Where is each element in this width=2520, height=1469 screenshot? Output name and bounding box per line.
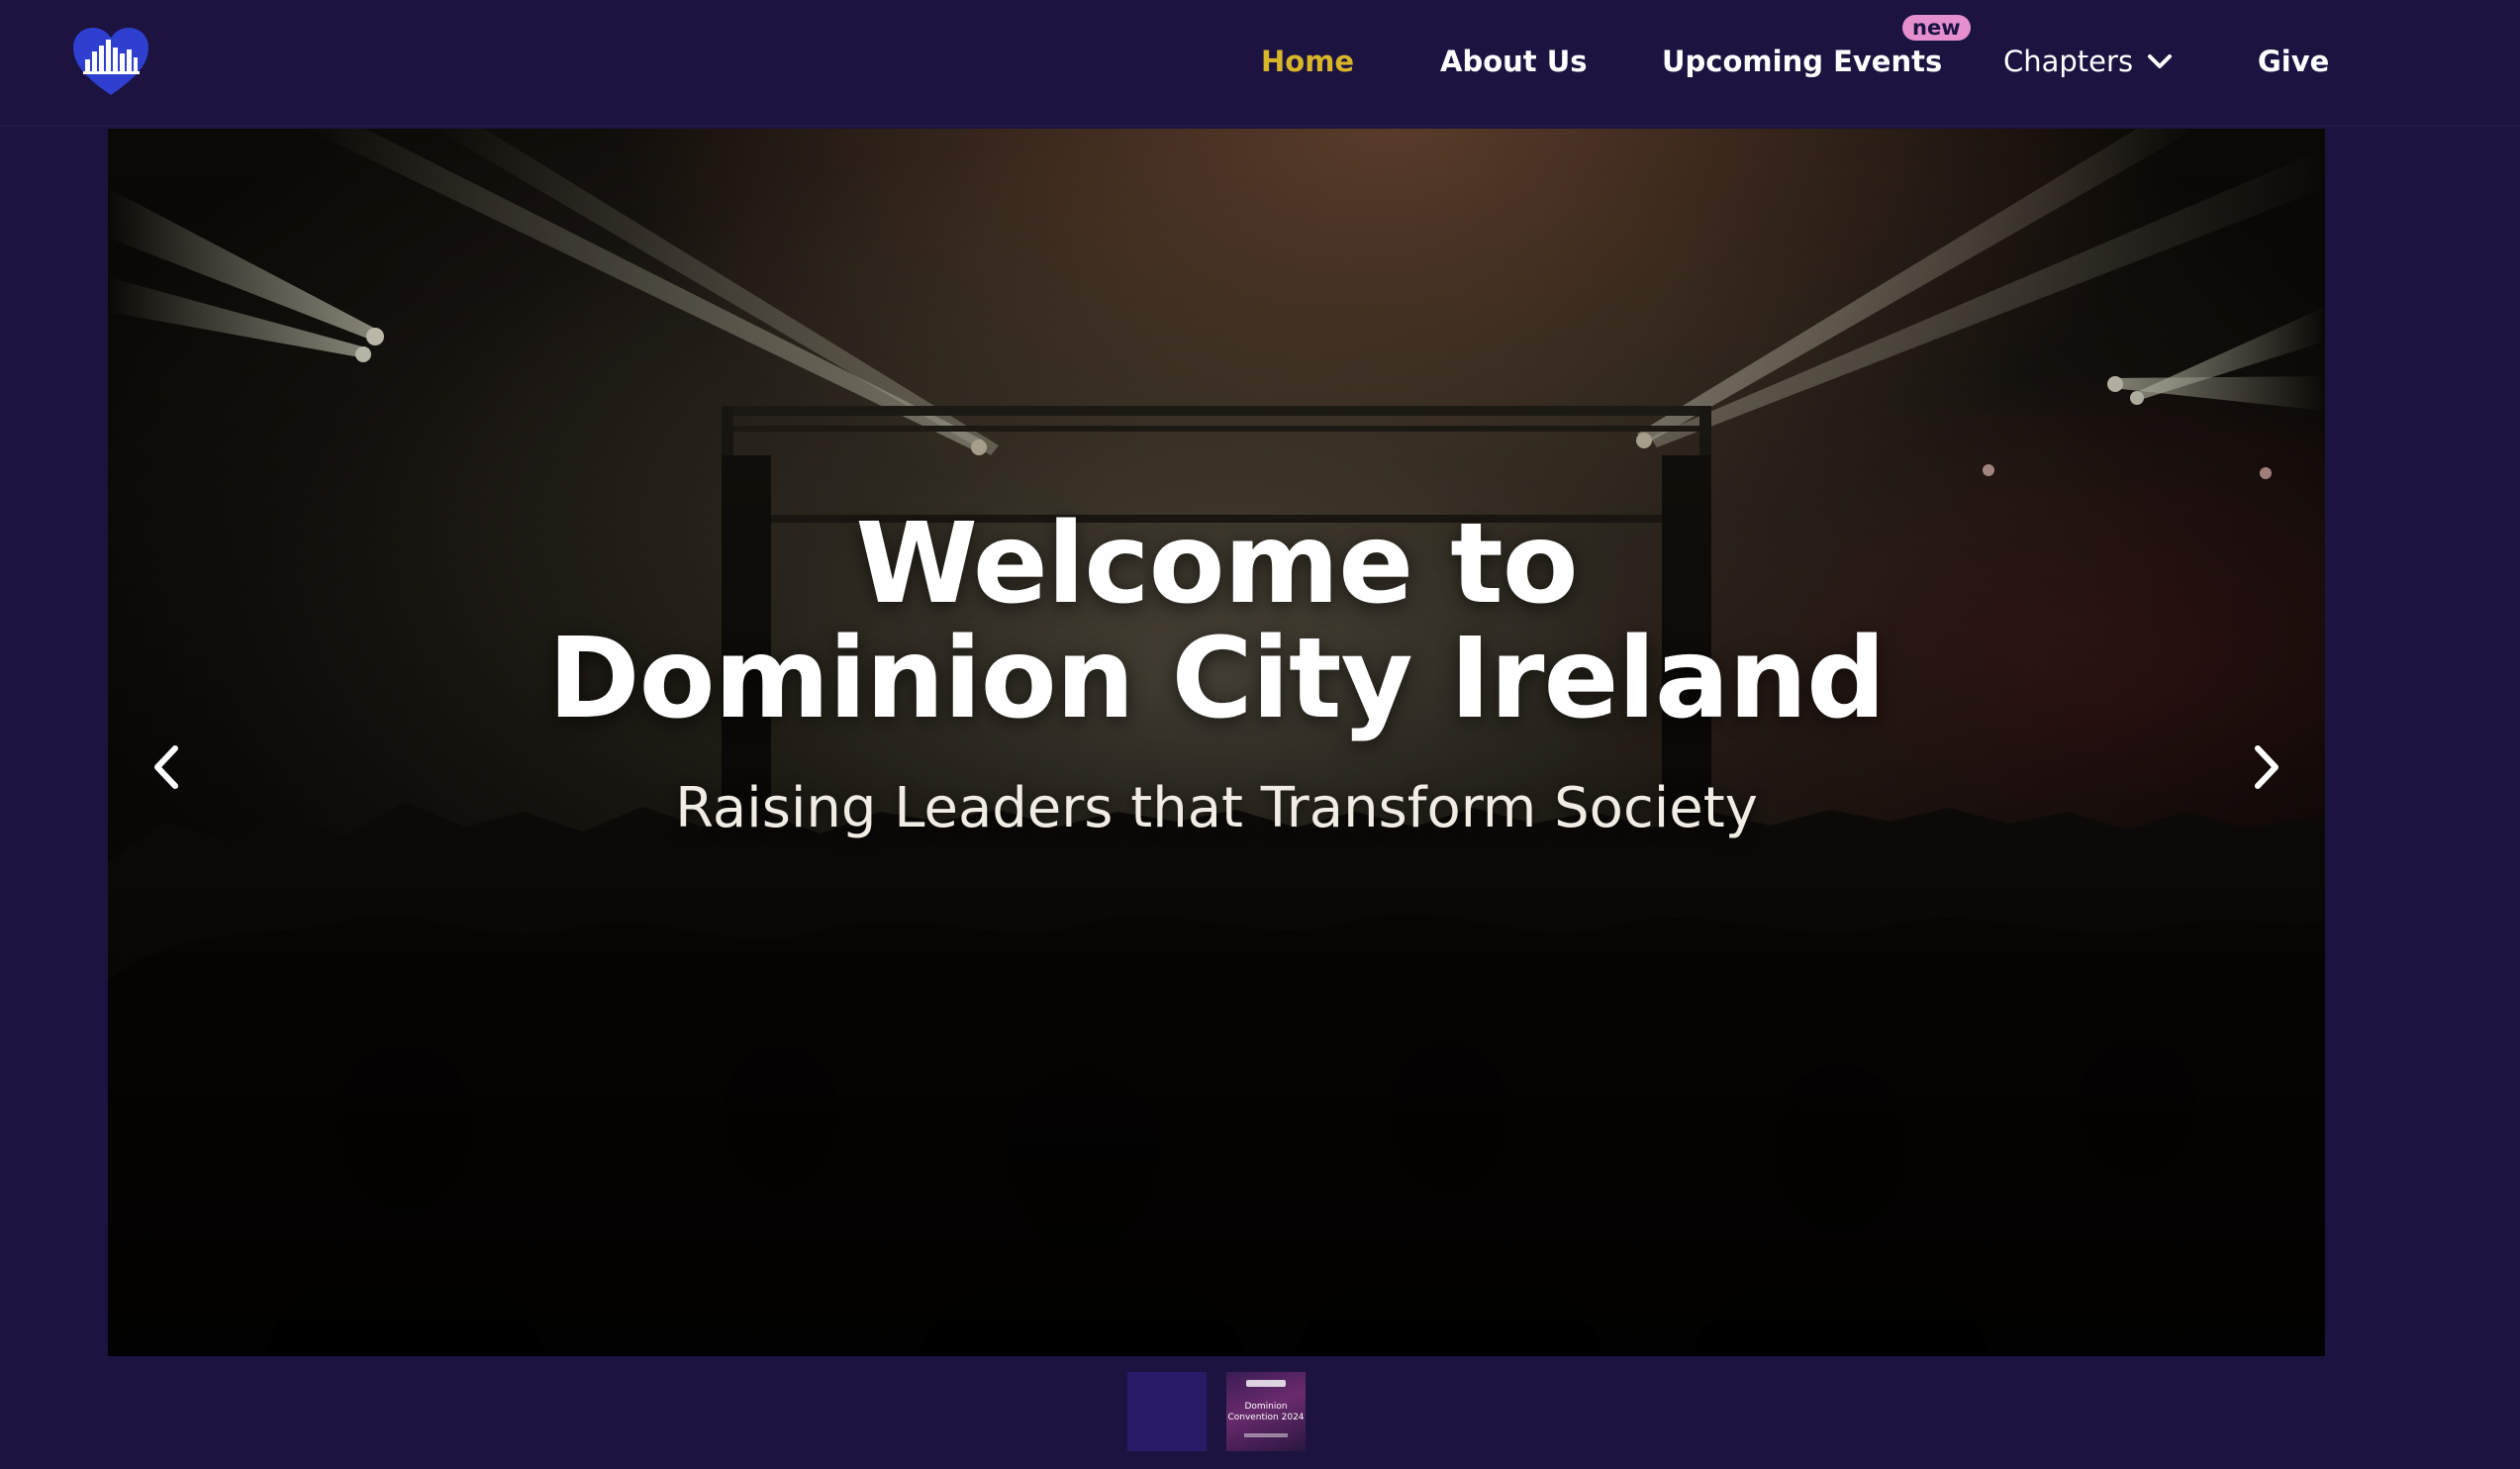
thumbnail-footer-bar: [1244, 1433, 1288, 1437]
nav-link-about-us[interactable]: About Us: [1440, 40, 1588, 83]
hero-title-line-2: Dominion City Ireland: [547, 615, 1887, 743]
top-navbar: Home About Us Upcoming Events new Chapte…: [0, 0, 2520, 127]
nav-link-give[interactable]: Give: [2258, 40, 2329, 83]
new-badge: new: [1902, 15, 1971, 41]
hero-subtitle: Raising Leaders that Transform Society: [675, 776, 1758, 840]
main-nav: Home About Us Upcoming Events new Chapte…: [0, 0, 2520, 127]
chevron-left-icon: [154, 745, 178, 789]
thumbnail-title-line-1: Dominion: [1244, 1402, 1288, 1412]
carousel-thumbnail-2[interactable]: Dominion Convention 2024: [1226, 1372, 1306, 1451]
nav-link-upcoming-events[interactable]: Upcoming Events: [1662, 40, 1942, 83]
carousel-prev-button[interactable]: [138, 723, 197, 812]
carousel-thumbnail-1[interactable]: [1127, 1372, 1207, 1451]
hero-title: Welcome to Dominion City Ireland: [108, 507, 2325, 736]
thumbnail-title: Dominion Convention 2024: [1226, 1402, 1306, 1423]
hero-carousel: Welcome to Dominion City Ireland Raising…: [108, 129, 2325, 1356]
nav-link-chapters[interactable]: Chapters: [2003, 40, 2133, 83]
carousel-next-button[interactable]: [2236, 723, 2295, 812]
thumbnail-logo: [1246, 1380, 1286, 1387]
thumbnail-title-line-2: Convention 2024: [1227, 1413, 1305, 1422]
chevron-down-icon[interactable]: [2144, 49, 2176, 73]
chevron-right-icon: [2255, 745, 2278, 789]
hero-title-line-1: Welcome to: [855, 500, 1578, 629]
nav-link-home[interactable]: Home: [1261, 40, 1354, 83]
